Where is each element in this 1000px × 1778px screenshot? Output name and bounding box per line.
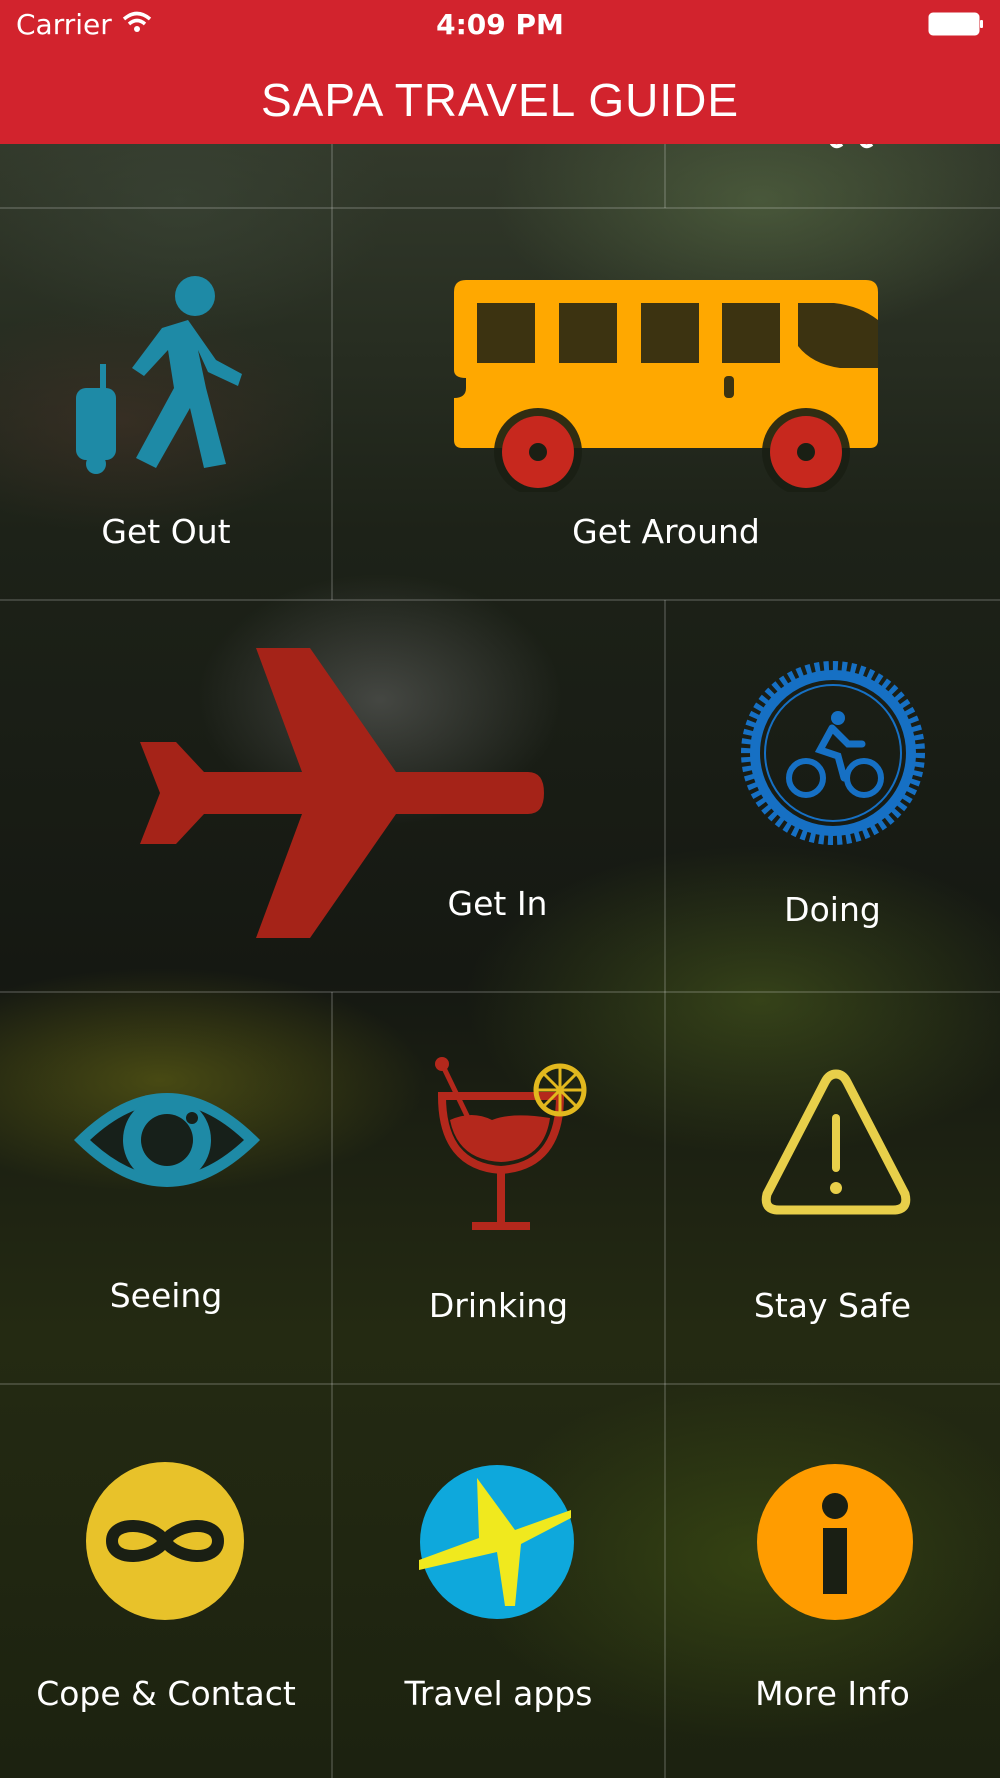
nav-bar: SAPA TRAVEL GUIDE: [0, 48, 1000, 144]
tile-drinking[interactable]: Drinking: [332, 992, 665, 1384]
tile-label: Cope & Contact: [36, 1674, 296, 1713]
tile-label: Get In: [447, 884, 548, 923]
tile-label: Seeing: [109, 1276, 223, 1315]
tile-label: Stay Safe: [753, 1286, 912, 1325]
tile-get-out[interactable]: Get Out: [0, 208, 332, 600]
bus-icon: [454, 280, 878, 492]
traveler-luggage-icon: [76, 276, 242, 474]
bicycle-badge-icon: [741, 661, 925, 845]
tile-stay-safe[interactable]: Stay Safe: [665, 992, 1000, 1384]
cocktail-icon: [435, 1057, 587, 1230]
tile-label: Doing: [784, 890, 881, 929]
status-bar: Carrier 4:09 PM: [0, 0, 1000, 48]
tile-doing[interactable]: Doing: [665, 600, 1000, 992]
expedia-plane-icon: [419, 1465, 574, 1619]
tile-seeing[interactable]: Seeing: [0, 992, 332, 1384]
battery-icon: [928, 12, 983, 36]
tile-label: Get Around: [572, 512, 760, 551]
tile-label: Drinking: [428, 1286, 569, 1325]
clock: 4:09 PM: [436, 8, 564, 41]
info-icon: [757, 1464, 913, 1620]
page-title: SAPA TRAVEL GUIDE: [260, 74, 739, 126]
warning-icon: [761, 1069, 911, 1215]
tile-more-info[interactable]: More Info: [665, 1384, 1000, 1778]
tile-get-in[interactable]: Get In: [0, 600, 665, 992]
tile-label: More Info: [755, 1674, 910, 1713]
tile-travel-apps[interactable]: Travel apps: [332, 1384, 665, 1778]
tile-get-around[interactable]: Get Around: [332, 208, 1000, 600]
tile-label: Get Out: [101, 512, 231, 551]
infinity-icon: [86, 1462, 244, 1620]
tile-label: Travel apps: [404, 1674, 593, 1713]
tile-cope-contact[interactable]: Cope & Contact: [0, 1384, 332, 1778]
eye-icon: [74, 1093, 260, 1187]
